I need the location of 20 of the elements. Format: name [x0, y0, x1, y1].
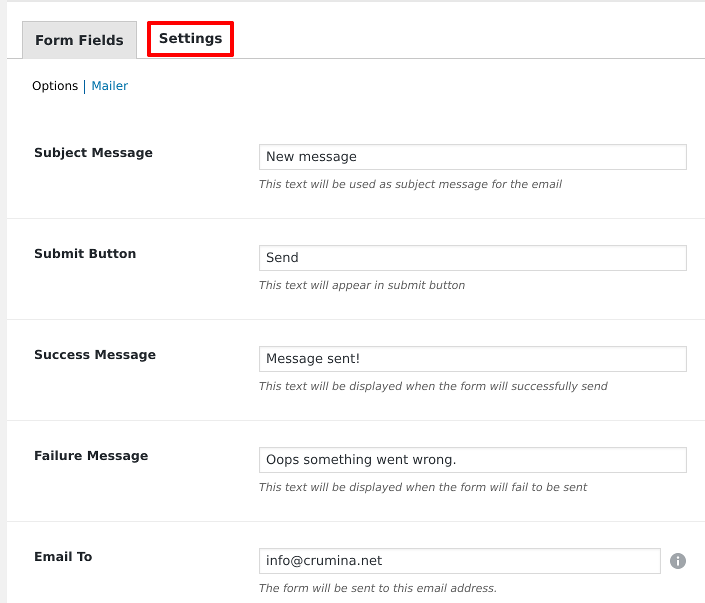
tab[interactable]: Form Fields: [22, 21, 137, 59]
field-label: Subject Message: [33, 144, 154, 162]
info-icon[interactable]: [670, 553, 686, 569]
field-label: Success Message: [33, 346, 158, 364]
field-label: Email To: [33, 548, 94, 566]
subnav-link[interactable]: Options: [32, 79, 78, 93]
help-text: This text will appear in submit button: [259, 279, 466, 292]
text-input[interactable]: Message sent!: [259, 346, 687, 372]
field-label: Submit Button: [33, 245, 138, 263]
help-text: This text will be used as subject message for the email: [259, 178, 564, 191]
text-input[interactable]: Send: [259, 245, 687, 271]
text-input[interactable]: Oops something went wrong.: [259, 447, 687, 473]
subnav-link[interactable]: Mailer: [91, 79, 128, 93]
help-text: This text will be displayed when the form will successfully send: [259, 380, 609, 393]
help-text: This text will be displayed when the form will fail to be sent: [259, 481, 588, 494]
text-input[interactable]: New message: [259, 144, 687, 170]
help-text: The form will be sent to this email address.: [259, 582, 498, 595]
tab[interactable]: Settings: [146, 21, 234, 57]
text-input[interactable]: info@crumina.net: [259, 548, 661, 574]
field-label: Failure Message: [33, 447, 150, 465]
